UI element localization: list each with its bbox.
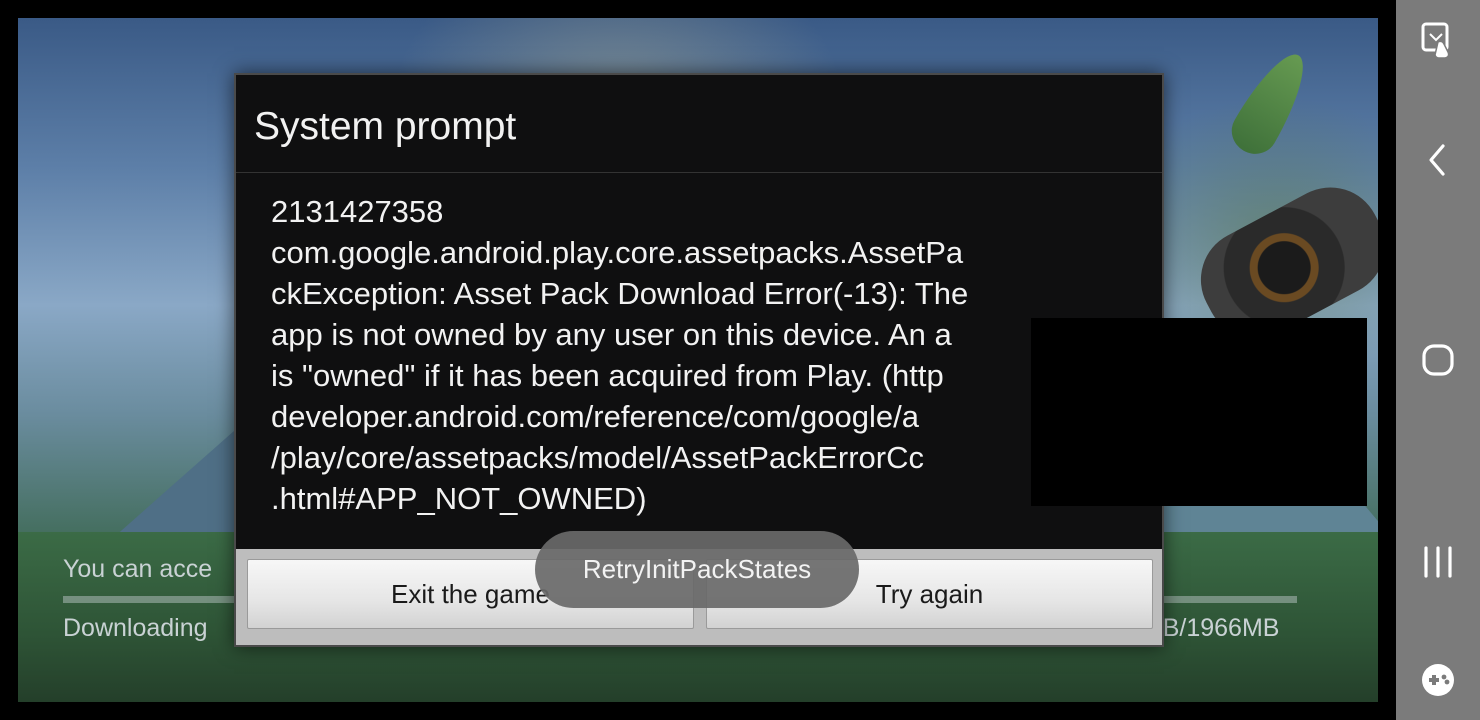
dialog-title: System prompt bbox=[254, 105, 517, 148]
recents-icon bbox=[1424, 546, 1452, 578]
recents-button[interactable] bbox=[1396, 532, 1480, 592]
touch-lock-icon bbox=[1421, 22, 1450, 59]
game-tools-button[interactable] bbox=[1396, 650, 1480, 710]
game-tools-icon bbox=[1422, 664, 1454, 696]
navigation-bar bbox=[1396, 0, 1480, 720]
dialog-message: 2131427358 com.google.android.play.core.… bbox=[271, 194, 969, 516]
loading-hint-text: You can acce bbox=[63, 555, 213, 583]
black-overlay-block bbox=[1031, 318, 1367, 506]
touch-lock-button[interactable] bbox=[1396, 10, 1480, 70]
home-icon bbox=[1422, 344, 1454, 376]
home-button[interactable] bbox=[1396, 330, 1480, 390]
download-status-text: Downloading bbox=[63, 614, 208, 642]
dialog-divider bbox=[236, 172, 1162, 173]
back-icon bbox=[1429, 144, 1445, 176]
device-screen: You can acce Downloading 0MB/1966MB Syst… bbox=[0, 0, 1480, 720]
toast-message: RetryInitPackStates bbox=[535, 531, 859, 608]
background-leaf bbox=[1223, 43, 1319, 163]
back-button[interactable] bbox=[1396, 130, 1480, 190]
